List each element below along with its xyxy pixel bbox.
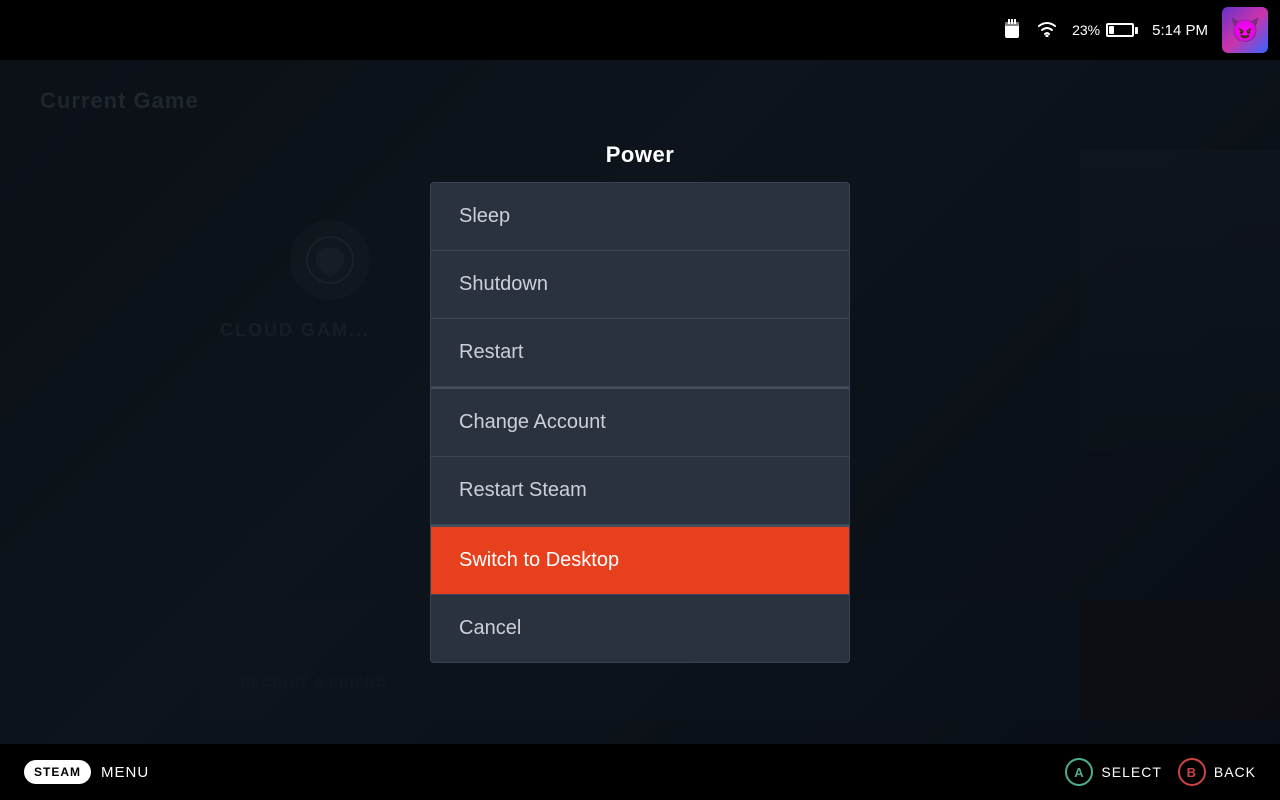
power-modal: Power Sleep Shutdown Restart Change Acco… (420, 60, 860, 744)
select-label: SELECT (1101, 764, 1161, 780)
power-menu: Sleep Shutdown Restart Change Account Re… (430, 182, 850, 663)
b-button-icon: B (1178, 758, 1206, 786)
menu-item-switch-desktop[interactable]: Switch to Desktop (431, 525, 849, 595)
menu-label: MENU (101, 764, 149, 781)
bottom-right-controls: A SELECT B BACK (1065, 758, 1256, 786)
battery-indicator: 23% (1072, 22, 1138, 38)
menu-item-cancel[interactable]: Cancel (431, 595, 849, 662)
power-title: Power (606, 142, 675, 168)
top-bar: 23% 5:14 PM (0, 0, 1280, 60)
sd-card-icon (1002, 17, 1022, 44)
menu-item-sleep[interactable]: Sleep (431, 183, 849, 251)
select-control[interactable]: A SELECT (1065, 758, 1161, 786)
user-avatar[interactable] (1222, 7, 1268, 53)
steam-menu-btn[interactable]: STEAM MENU (24, 760, 149, 784)
battery-percent-text: 23% (1072, 22, 1100, 38)
back-control[interactable]: B BACK (1178, 758, 1256, 786)
menu-item-restart[interactable]: Restart (431, 319, 849, 387)
menu-item-restart-steam[interactable]: Restart Steam (431, 457, 849, 525)
time-display: 5:14 PM (1152, 22, 1208, 39)
battery-icon (1106, 23, 1138, 37)
wifi-icon (1036, 19, 1058, 42)
status-icons: 23% 5:14 PM (1002, 7, 1268, 53)
back-label: BACK (1214, 764, 1256, 780)
menu-item-shutdown[interactable]: Shutdown (431, 251, 849, 319)
steam-label: STEAM (24, 760, 91, 784)
bottom-bar: STEAM MENU A SELECT B BACK (0, 744, 1280, 800)
a-button-icon: A (1065, 758, 1093, 786)
menu-item-change-account[interactable]: Change Account (431, 387, 849, 457)
